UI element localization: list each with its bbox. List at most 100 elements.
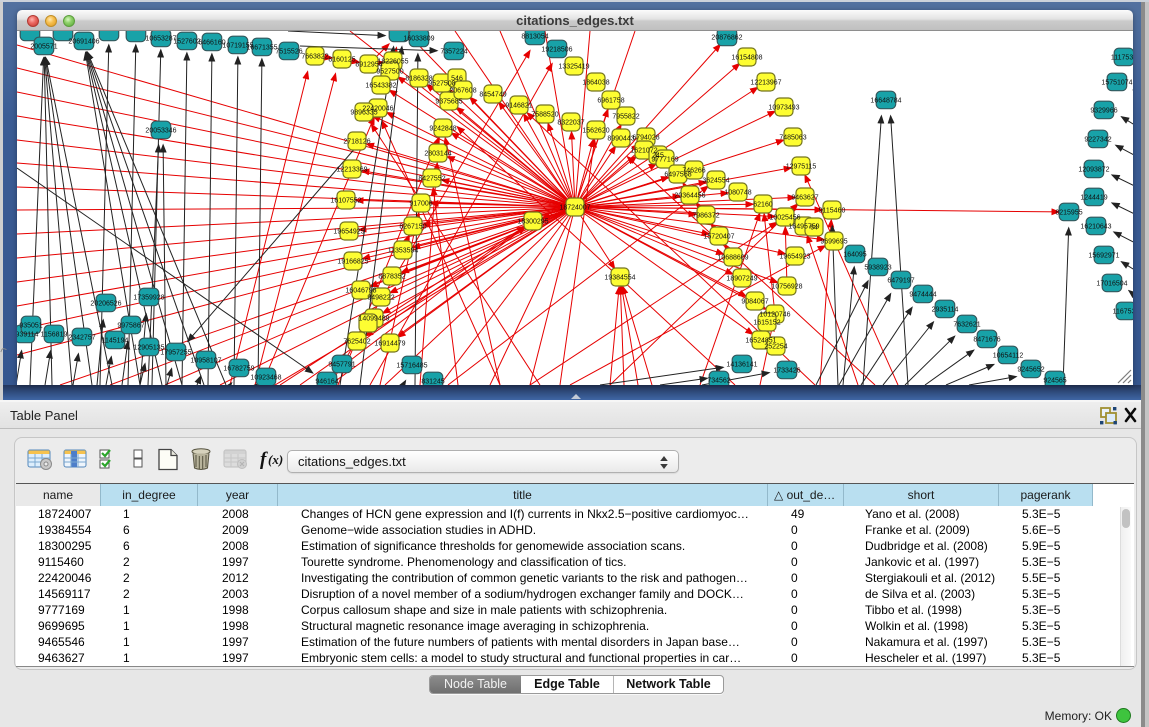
svg-text:19654925: 19654925 <box>333 229 364 236</box>
svg-text:9329966: 9329966 <box>1090 108 1117 115</box>
svg-text:11353594: 11353594 <box>388 248 419 255</box>
svg-text:7515526: 7515526 <box>275 49 302 56</box>
svg-text:10756928: 10756928 <box>771 284 802 291</box>
svg-text:12213967: 12213967 <box>750 80 781 87</box>
svg-text:9242848: 9242848 <box>429 126 456 133</box>
svg-text:6794028: 6794028 <box>632 135 659 142</box>
svg-text:18300295: 18300295 <box>517 219 548 226</box>
svg-text:8990443: 8990443 <box>607 136 634 143</box>
svg-text:2718126: 2718126 <box>343 139 370 146</box>
svg-text:10120746: 10120746 <box>759 312 790 319</box>
svg-text:1145194: 1145194 <box>102 338 129 345</box>
svg-text:9474444: 9474444 <box>909 292 936 299</box>
svg-text:7357224: 7357224 <box>440 49 467 56</box>
svg-text:1117538: 1117538 <box>1111 55 1133 62</box>
svg-text:12093872: 12093872 <box>1078 167 1109 174</box>
svg-text:2803144: 2803144 <box>424 151 451 158</box>
svg-text:9375685: 9375685 <box>435 99 462 106</box>
svg-text:12213369: 12213369 <box>336 167 367 174</box>
svg-text:16782759: 16782759 <box>223 366 254 373</box>
svg-text:12975115: 12975115 <box>786 164 817 171</box>
svg-text:10025456: 10025456 <box>769 215 800 222</box>
svg-text:9896335: 9896335 <box>350 110 377 117</box>
svg-text:15716485: 15716485 <box>396 363 427 370</box>
svg-text:7955822: 7955822 <box>612 114 639 121</box>
svg-text:8267150: 8267150 <box>399 224 426 231</box>
svg-text:9146821: 9146821 <box>505 103 532 110</box>
svg-text:20876862: 20876862 <box>711 35 742 42</box>
svg-text:10688609: 10688609 <box>717 255 748 262</box>
svg-text:1080748: 1080748 <box>724 190 751 197</box>
svg-text:16210643: 16210643 <box>1080 224 1111 231</box>
svg-text:1527602: 1527602 <box>173 39 200 46</box>
svg-text:9939114: 9939114 <box>17 332 38 339</box>
svg-text:19384554: 19384554 <box>604 275 635 282</box>
svg-text:9777169: 9777169 <box>651 157 678 164</box>
svg-text:8878352: 8878352 <box>378 274 405 281</box>
svg-text:7632621: 7632621 <box>953 322 980 329</box>
svg-text:2342757: 2342757 <box>68 335 95 342</box>
svg-text:10958107: 10958107 <box>190 358 221 365</box>
svg-text:10973493: 10973493 <box>768 105 799 112</box>
svg-text:252254: 252254 <box>764 344 787 351</box>
svg-text:5938923: 5938923 <box>864 265 891 272</box>
svg-text:(x): (x) <box>268 452 283 467</box>
svg-text:f: f <box>260 449 268 470</box>
svg-text:8215955: 8215955 <box>1055 210 1082 217</box>
svg-text:15720407: 15720407 <box>703 234 734 241</box>
svg-text:7986372: 7986372 <box>692 213 719 220</box>
svg-text:9975867: 9975867 <box>117 323 144 330</box>
svg-text:17359928: 17359928 <box>133 295 164 302</box>
svg-text:8471676: 8471676 <box>973 337 1000 344</box>
svg-text:20053346: 20053346 <box>145 128 176 135</box>
svg-text:15692971: 15692971 <box>1088 253 1119 260</box>
svg-text:6961758: 6961758 <box>597 98 624 105</box>
svg-text:7485063: 7485063 <box>779 135 806 142</box>
svg-text:2005571: 2005571 <box>30 44 57 51</box>
svg-text:9699695: 9699695 <box>820 239 847 246</box>
svg-text:924565: 924565 <box>1043 378 1066 385</box>
svg-text:19218506: 19218506 <box>541 47 572 54</box>
svg-text:9084067: 9084067 <box>741 299 768 306</box>
svg-text:7663822: 7663822 <box>301 54 328 61</box>
svg-text:8454749: 8454749 <box>479 92 506 99</box>
svg-text:17016504: 17016504 <box>1096 281 1127 288</box>
svg-text:2935114: 2935114 <box>932 307 959 314</box>
svg-text:946164: 946164 <box>315 379 338 386</box>
svg-text:64: 64 <box>810 225 818 232</box>
svg-text:1615152: 1615152 <box>753 320 780 327</box>
svg-text:19166825: 19166825 <box>337 259 368 266</box>
svg-text:935051: 935051 <box>19 323 42 330</box>
svg-text:9227342: 9227342 <box>1084 137 1111 144</box>
svg-text:746266: 746266 <box>682 168 705 175</box>
svg-text:62160: 62160 <box>753 202 773 209</box>
svg-text:1864038: 1864038 <box>582 80 609 87</box>
svg-text:917006: 917006 <box>409 201 432 208</box>
svg-text:16107552: 16107552 <box>330 198 361 205</box>
svg-text:8160125: 8160125 <box>328 57 355 64</box>
svg-text:7625402: 7625402 <box>343 339 370 346</box>
svg-text:1167533: 1167533 <box>1113 309 1133 316</box>
svg-text:16914479: 16914479 <box>374 341 405 348</box>
svg-text:1156819: 1156819 <box>41 332 68 339</box>
svg-text:16543382: 16543382 <box>365 83 396 90</box>
svg-text:3624554: 3624554 <box>702 178 729 185</box>
svg-text:20364456: 20364456 <box>674 193 705 200</box>
svg-text:14099489: 14099489 <box>358 316 389 323</box>
svg-text:9463627: 9463627 <box>791 195 818 202</box>
svg-text:18907249: 18907249 <box>726 276 757 283</box>
svg-text:9527500: 9527500 <box>376 69 403 76</box>
svg-text:1244419: 1244419 <box>1080 195 1107 202</box>
svg-text:9245652: 9245652 <box>1017 367 1044 374</box>
svg-text:164095: 164095 <box>843 252 866 259</box>
svg-text:13325419: 13325419 <box>558 64 589 71</box>
svg-text:15751074: 15751074 <box>1101 80 1132 87</box>
svg-text:8813054: 8813054 <box>521 34 548 41</box>
svg-text:16033809: 16033809 <box>403 36 434 43</box>
svg-text:18226055: 18226055 <box>377 59 408 66</box>
svg-text:9498222: 9498222 <box>367 295 394 302</box>
svg-text:831245: 831245 <box>421 379 444 386</box>
svg-text:2067608: 2067608 <box>449 88 476 95</box>
svg-text:8427552: 8427552 <box>418 176 445 183</box>
svg-text:16154808: 16154808 <box>731 55 762 62</box>
